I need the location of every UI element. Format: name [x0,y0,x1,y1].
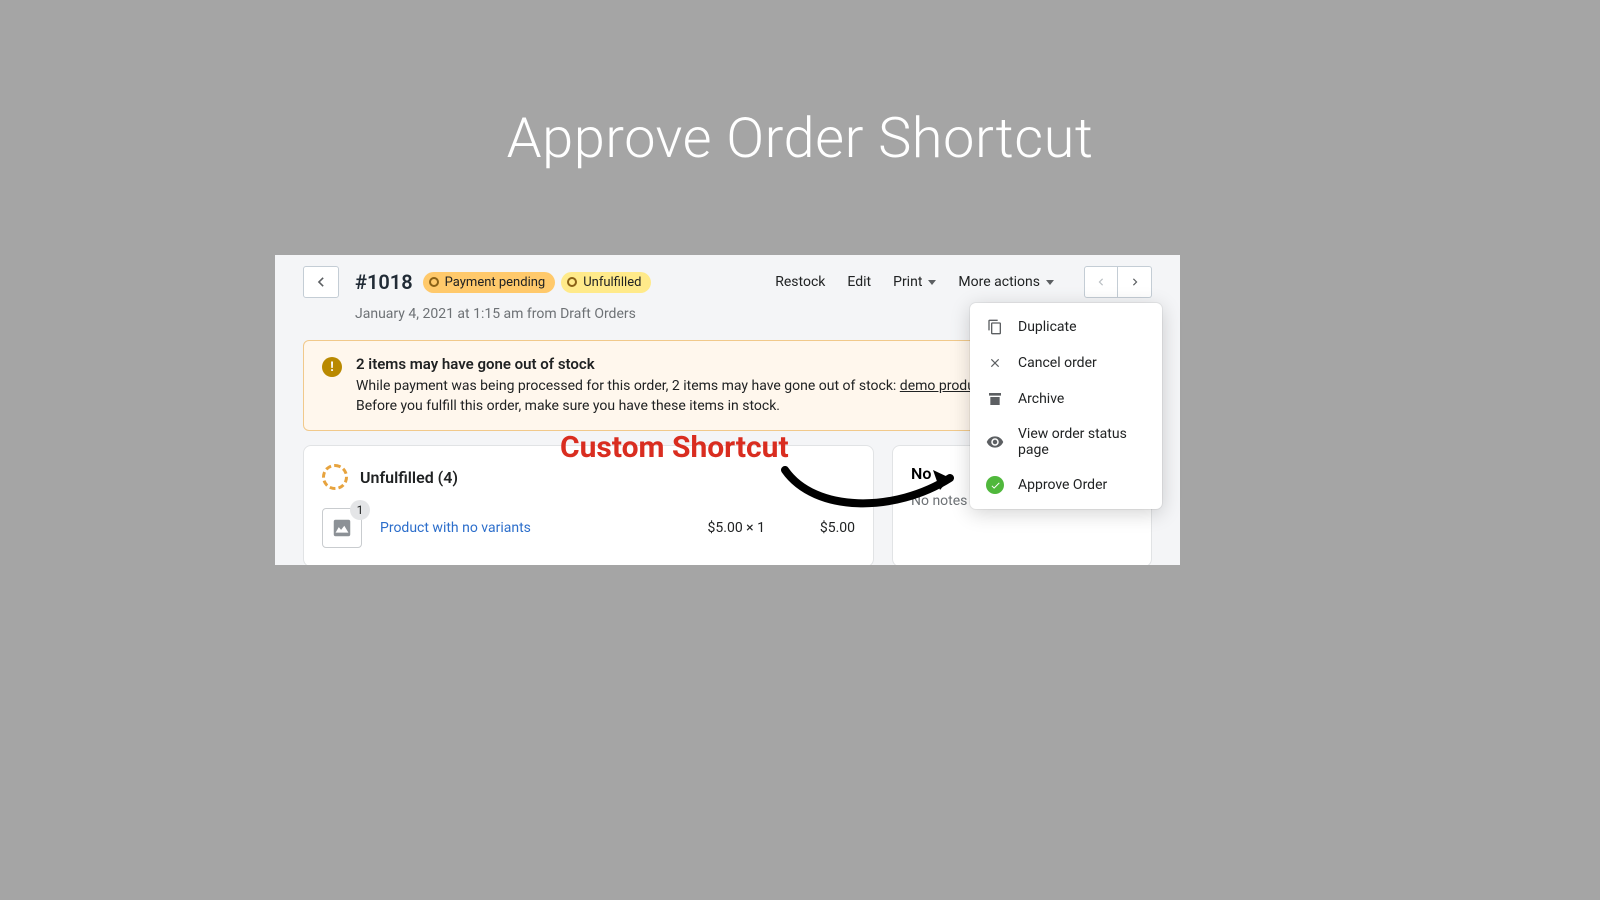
order-header: #1018 Payment pending Unfulfilled Restoc… [275,255,1180,298]
status-dot-icon [429,277,439,287]
edit-button[interactable]: Edit [847,274,871,290]
order-id: #1018 [355,270,413,294]
payment-status-badge: Payment pending [423,272,556,293]
duplicate-icon [986,318,1004,336]
menu-duplicate-label: Duplicate [1018,319,1077,335]
archive-icon [986,390,1004,408]
alert-body-pre: While payment was being processed for th… [356,378,900,394]
unfulfilled-title: Unfulfilled (4) [360,468,458,487]
menu-view-status-label: View order status page [1018,426,1146,458]
menu-approve-label: Approve Order [1018,477,1107,493]
close-icon [986,354,1004,372]
fulfillment-status-label: Unfulfilled [583,275,641,290]
pager [1084,266,1152,298]
chevron-down-icon [928,280,936,285]
callout-arrow-icon [775,458,975,528]
check-circle-icon [986,476,1004,494]
menu-view-status[interactable]: View order status page [970,417,1162,467]
status-dot-icon [567,277,577,287]
print-label: Print [893,274,922,290]
more-actions-menu: Duplicate Cancel order Archive View orde… [970,303,1162,509]
back-button[interactable] [303,266,339,298]
alert-body-line2: Before you fulfill this order, make sure… [356,398,780,414]
callout-label: Custom Shortcut [560,430,789,465]
chevron-right-icon [1129,276,1141,288]
menu-cancel-order[interactable]: Cancel order [970,345,1162,381]
alert-title: 2 items may have gone out of stock [356,355,1028,373]
menu-archive-label: Archive [1018,391,1064,407]
more-actions-button[interactable]: More actions [958,274,1054,290]
print-button[interactable]: Print [893,274,936,290]
top-actions: Restock Edit Print More actions [775,266,1152,298]
arrow-left-icon [313,274,329,290]
alert-content: 2 items may have gone out of stock While… [356,355,1028,416]
menu-cancel-label: Cancel order [1018,355,1097,371]
payment-status-label: Payment pending [445,275,546,290]
menu-duplicate[interactable]: Duplicate [970,309,1162,345]
menu-approve-order[interactable]: Approve Order [970,467,1162,503]
next-order-button[interactable] [1118,266,1152,298]
product-link[interactable]: Product with no variants [380,520,531,536]
menu-archive[interactable]: Archive [970,381,1162,417]
chevron-down-icon [1046,280,1054,285]
prev-order-button[interactable] [1084,266,1118,298]
overlay-title: Approve Order Shortcut [507,105,1094,171]
eye-icon [986,433,1004,451]
restock-button[interactable]: Restock [775,274,825,290]
more-actions-label: More actions [958,274,1040,290]
line-price-qty: $5.00 × 1 [708,520,765,536]
fulfillment-status-badge: Unfulfilled [561,272,651,293]
qty-badge: 1 [350,500,370,520]
unfulfilled-icon [322,464,348,490]
chevron-left-icon [1095,276,1107,288]
warning-icon: ! [322,357,342,377]
image-placeholder-icon [331,517,353,539]
